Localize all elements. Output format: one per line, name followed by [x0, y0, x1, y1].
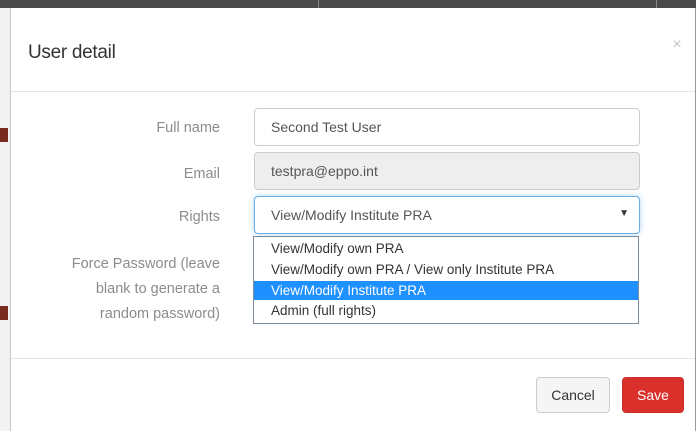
cancel-button[interactable]: Cancel: [536, 377, 610, 413]
save-button[interactable]: Save: [622, 377, 684, 413]
modal-header: User detail ×: [11, 8, 695, 92]
footer-divider: [11, 358, 695, 359]
user-detail-modal: User detail × Full name Email Rights Vie…: [10, 8, 695, 431]
rights-option-highlighted[interactable]: View/Modify Institute PRA: [254, 281, 638, 300]
force-password-label-line: random password): [99, 306, 220, 322]
full-name-label: Full name: [156, 120, 220, 136]
background-tick: [318, 0, 319, 8]
caret-down-icon: ▼: [619, 208, 629, 219]
rights-label: Rights: [178, 209, 220, 225]
background-left-strip: [0, 8, 10, 431]
background-mark: [0, 306, 8, 320]
background-top-bar: [0, 0, 696, 8]
rights-select[interactable]: View/Modify Institute PRA ▼: [254, 196, 640, 234]
background-mark: [0, 128, 8, 142]
rights-option[interactable]: View/Modify own PRA / View only Institut…: [254, 260, 638, 279]
rights-dropdown-list: View/Modify own PRA View/Modify own PRA …: [253, 236, 639, 324]
force-password-label-line: Force Password (leave: [71, 256, 220, 272]
email-label: Email: [183, 166, 220, 182]
background-tick: [656, 0, 657, 8]
email-input[interactable]: [254, 152, 640, 190]
rights-option[interactable]: Admin (full rights): [254, 301, 638, 320]
rights-selected-value: View/Modify Institute PRA: [271, 207, 432, 223]
rights-option[interactable]: View/Modify own PRA: [254, 239, 638, 258]
force-password-label-line: blank to generate a: [95, 281, 220, 297]
full-name-input[interactable]: [254, 108, 640, 146]
modal-title: User detail: [28, 42, 116, 63]
force-password-label: Force Password (leave blank to generate …: [72, 252, 220, 327]
close-icon[interactable]: ×: [669, 36, 685, 54]
